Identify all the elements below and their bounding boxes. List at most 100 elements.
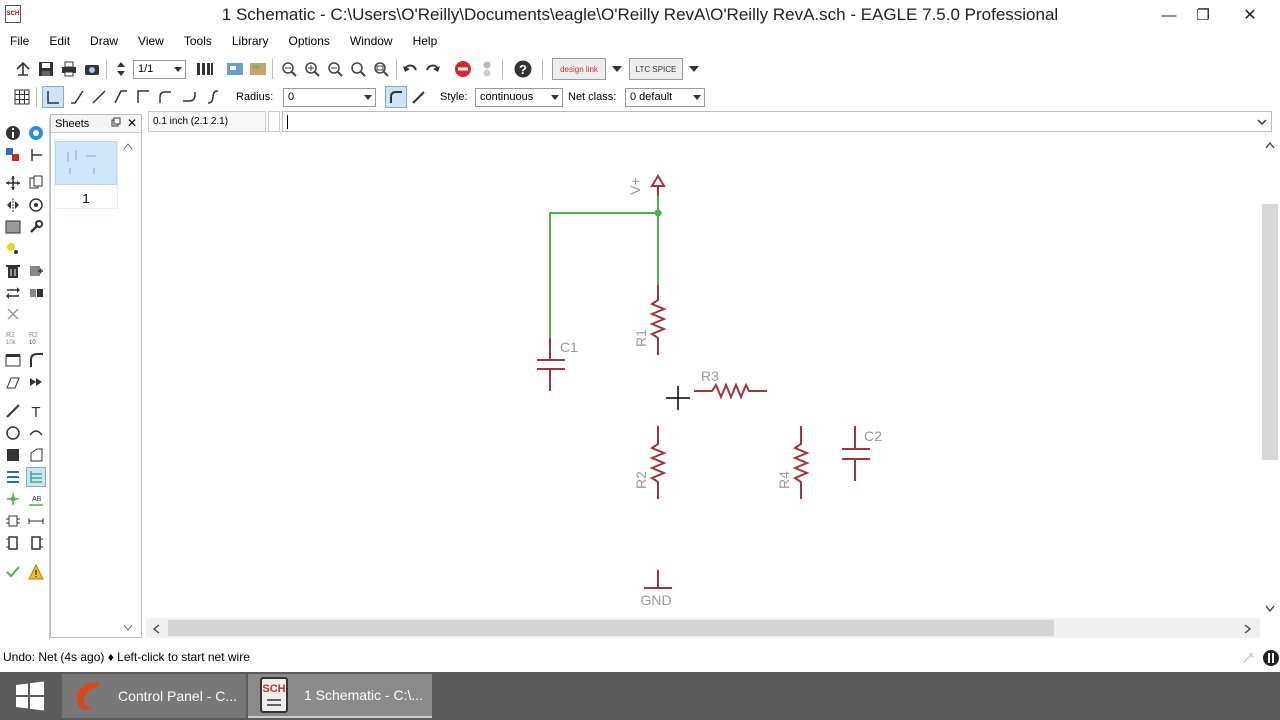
windows-start-icon[interactable] xyxy=(0,672,60,720)
design-link-button[interactable]: design link xyxy=(552,58,606,80)
optimize-icon[interactable] xyxy=(26,372,46,392)
bus-icon[interactable] xyxy=(3,467,23,487)
menu-tools[interactable]: Tools xyxy=(174,32,222,52)
chevron-down-icon[interactable] xyxy=(1257,116,1267,126)
ltspice-dropdown-icon[interactable] xyxy=(685,60,703,78)
taskbar-control-panel[interactable]: Control Panel - C... xyxy=(62,674,246,718)
vertical-scrollbar[interactable] xyxy=(1260,132,1280,618)
library-icon[interactable] xyxy=(249,60,267,78)
sheet-spin-icon[interactable] xyxy=(112,60,130,78)
command-history-box[interactable] xyxy=(268,111,280,132)
cam-processor-icon[interactable] xyxy=(83,60,101,78)
open-icon[interactable] xyxy=(14,60,32,78)
junction-icon[interactable] xyxy=(3,489,23,509)
arc-icon[interactable] xyxy=(26,423,46,443)
design-link-dropdown-icon[interactable] xyxy=(608,60,626,78)
value-icon[interactable]: R2 10 xyxy=(26,328,46,348)
sheets-scroll-up-icon[interactable] xyxy=(123,139,133,153)
wire-bend-6-icon[interactable] xyxy=(180,88,198,106)
polygon-icon[interactable] xyxy=(26,445,46,465)
horizontal-scroll-thumb[interactable] xyxy=(168,620,1054,636)
command-line-input[interactable] xyxy=(282,111,1272,132)
horizontal-scrollbar[interactable] xyxy=(146,618,1260,638)
rotate-icon[interactable] xyxy=(26,195,46,215)
wire-bend-5-icon[interactable] xyxy=(156,88,174,106)
erc-icon[interactable] xyxy=(3,562,23,582)
copy-icon[interactable] xyxy=(26,173,46,193)
zoom-out-icon[interactable] xyxy=(326,60,344,78)
attribute-icon[interactable] xyxy=(3,511,23,531)
undo-icon[interactable] xyxy=(401,60,419,78)
paste-icon[interactable] xyxy=(3,239,23,259)
close-icon[interactable]: ✕ xyxy=(127,116,137,130)
wire-bend-4-icon[interactable] xyxy=(134,88,152,106)
stop-icon[interactable] xyxy=(454,60,472,78)
scroll-up-icon[interactable] xyxy=(1265,138,1275,152)
miter-straight-icon[interactable] xyxy=(409,88,427,106)
wire-bend-2-icon[interactable] xyxy=(90,88,108,106)
add-icon[interactable] xyxy=(26,261,46,281)
zoom-in-icon[interactable] xyxy=(303,60,321,78)
schematic-board-icon[interactable] xyxy=(226,60,244,78)
smash-icon[interactable] xyxy=(3,350,23,370)
wire-bend-0-icon[interactable] xyxy=(42,86,64,108)
change-icon[interactable] xyxy=(26,217,46,237)
scroll-left-icon[interactable] xyxy=(152,623,160,637)
miter-round-icon[interactable] xyxy=(385,86,407,108)
sheet-thumbnail[interactable] xyxy=(55,141,117,185)
taskbar-schematic[interactable]: SCH 1 Schematic - C:\... xyxy=(248,674,432,718)
help-icon[interactable]: ? xyxy=(514,60,532,78)
menu-window[interactable]: Window xyxy=(340,32,403,52)
minimize-button[interactable]: — xyxy=(1152,0,1186,30)
menu-library[interactable]: Library xyxy=(222,32,279,52)
zoom-redraw-icon[interactable] xyxy=(349,60,367,78)
wire-bend-3-icon[interactable] xyxy=(112,88,130,106)
netclass-select[interactable]: 0 default xyxy=(625,88,705,107)
sheets-scroll-down-icon[interactable] xyxy=(123,621,133,635)
circle-icon[interactable] xyxy=(3,423,23,443)
go-icon[interactable] xyxy=(478,60,496,78)
menu-draw[interactable]: Draw xyxy=(80,32,128,52)
wire-bend-7-icon[interactable] xyxy=(204,88,222,106)
menu-options[interactable]: Options xyxy=(279,32,340,52)
menu-file[interactable]: File xyxy=(0,32,39,52)
split-icon[interactable] xyxy=(3,372,23,392)
undock-icon[interactable] xyxy=(111,117,121,130)
ltspice-button[interactable]: LTC SPICE xyxy=(629,58,683,80)
schematic-drawing[interactable]: V+ R1 C1 R3 R2 R4 C2 GND xyxy=(146,132,1260,618)
miter-icon[interactable] xyxy=(26,350,46,370)
stop-command-icon[interactable] xyxy=(1262,649,1280,670)
name-icon[interactable]: R2 10k xyxy=(3,328,23,348)
menu-help[interactable]: Help xyxy=(403,32,448,52)
sheet-select[interactable]: 1/1 xyxy=(133,60,186,79)
menu-view[interactable]: View xyxy=(128,32,174,52)
zoom-fit-icon[interactable] xyxy=(280,60,298,78)
move-icon[interactable] xyxy=(3,173,23,193)
errors-warning-icon[interactable] xyxy=(26,562,46,582)
frame-icon[interactable] xyxy=(3,533,23,553)
wire-bend-1-icon[interactable] xyxy=(68,88,86,106)
wire-icon[interactable] xyxy=(3,401,23,421)
radius-select[interactable]: 0 xyxy=(283,88,376,107)
replace-icon[interactable] xyxy=(26,283,46,303)
scroll-down-icon[interactable] xyxy=(1265,602,1275,616)
display-layers-icon[interactable] xyxy=(3,145,23,165)
grid-icon[interactable] xyxy=(13,88,31,106)
mirror-icon[interactable] xyxy=(3,195,23,215)
menu-edit[interactable]: Edit xyxy=(39,32,80,52)
schematic-canvas[interactable]: V+ R1 C1 R3 R2 R4 C2 GND xyxy=(146,132,1260,618)
style-select[interactable]: continuous xyxy=(475,88,563,107)
info-icon[interactable] xyxy=(3,123,23,143)
pinswap-icon[interactable] xyxy=(3,283,23,303)
scroll-right-icon[interactable] xyxy=(1244,623,1252,637)
print-icon[interactable] xyxy=(60,60,78,78)
zoom-select-icon[interactable] xyxy=(372,60,390,78)
dimension-icon[interactable] xyxy=(26,511,46,531)
close-button[interactable]: ✕ xyxy=(1228,0,1272,30)
rect-icon[interactable] xyxy=(3,445,23,465)
redo-icon[interactable] xyxy=(424,60,442,78)
mark-icon[interactable] xyxy=(26,145,46,165)
modules-icon[interactable] xyxy=(26,533,46,553)
text-icon[interactable]: T xyxy=(26,401,46,421)
group-icon[interactable] xyxy=(3,217,23,237)
